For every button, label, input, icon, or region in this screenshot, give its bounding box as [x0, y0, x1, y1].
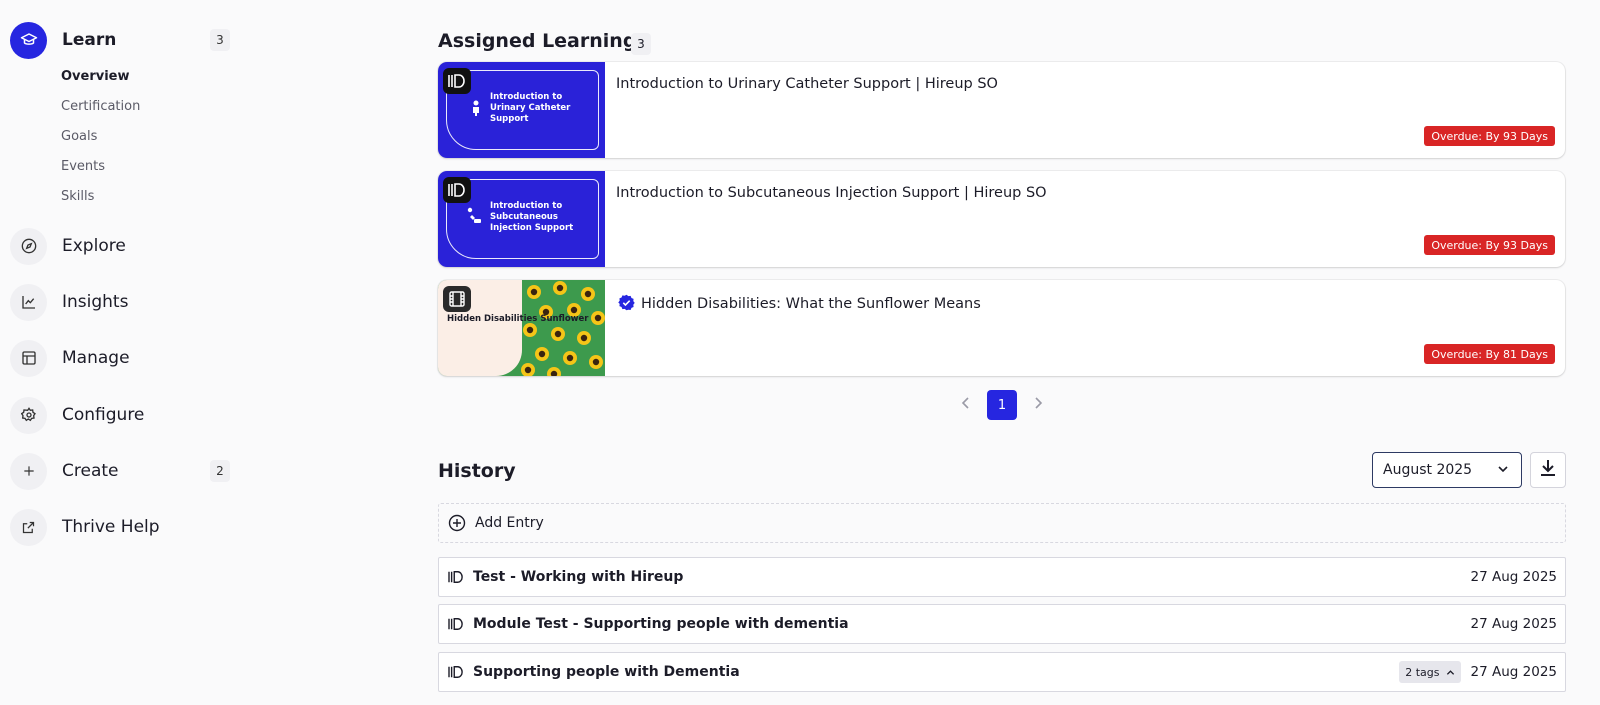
next-page-icon[interactable]	[1027, 397, 1049, 413]
nav-manage-label: Manage	[62, 348, 130, 368]
nav-explore-label: Explore	[62, 236, 126, 256]
assigned-learning-count: 3	[631, 33, 651, 55]
course-title[interactable]: Introduction to Subcutaneous Injection S…	[616, 185, 1047, 201]
verified-icon	[618, 294, 635, 315]
history-row-date: 27 Aug 2025	[1470, 569, 1557, 585]
tags-toggle[interactable]: 2 tags	[1399, 661, 1461, 683]
chevron-down-icon	[1497, 463, 1509, 479]
nav-insights-label: Insights	[62, 292, 129, 312]
nav-thrive-help-label: Thrive Help	[62, 517, 160, 537]
graduation-cap-icon	[10, 21, 47, 59]
overdue-badge: Overdue: By 93 Days	[1424, 235, 1555, 255]
sidebar-item-overview[interactable]: Overview	[61, 69, 130, 84]
sidebar-item-skills[interactable]: Skills	[61, 189, 94, 204]
sidebar-item-goals[interactable]: Goals	[61, 129, 97, 144]
nav-learn-label: Learn	[62, 30, 117, 50]
history-title: History	[438, 460, 516, 482]
history-row-title: Test - Working with Hireup	[473, 569, 684, 585]
course-thumbnail: Introduction to Urinary Catheter Support	[438, 62, 605, 158]
pagination: 1	[955, 390, 1049, 420]
course-logo-icon	[447, 665, 465, 679]
history-row-date: 27 Aug 2025	[1470, 664, 1557, 680]
history-row[interactable]: Test - Working with Hireup 27 Aug 2025	[438, 557, 1566, 597]
nav-learn-count: 3	[210, 29, 230, 51]
course-thumbnail: Hidden Disabilities Sunflower	[438, 280, 605, 376]
plus-icon	[10, 452, 47, 490]
add-entry-label: Add Entry	[475, 515, 544, 531]
download-icon	[1540, 459, 1556, 481]
overdue-badge: Overdue: By 81 Days	[1424, 344, 1555, 364]
thumbnail-text: Hidden Disabilities Sunflower	[447, 314, 589, 324]
course-thumbnail: Introduction to Subcutaneous Injection S…	[438, 171, 605, 267]
page-button[interactable]: 1	[987, 390, 1017, 420]
nav-create-label: Create	[62, 461, 119, 481]
compass-icon	[10, 227, 47, 265]
assigned-card[interactable]: Introduction to Subcutaneous Injection S…	[438, 171, 1565, 267]
nav-create-count: 2	[210, 460, 230, 482]
sidebar-item-certification[interactable]: Certification	[61, 99, 140, 114]
nav-explore[interactable]: Explore	[10, 227, 230, 265]
month-select-value: August 2025	[1383, 462, 1473, 478]
sidebar-item-events[interactable]: Events	[61, 159, 105, 174]
course-title-text: Hidden Disabilities: What the Sunflower …	[641, 296, 981, 312]
nav-configure[interactable]: Configure	[10, 396, 230, 434]
history-row-date: 27 Aug 2025	[1470, 616, 1557, 632]
sidebar: Learn 3 Overview Certification Goals Eve…	[0, 0, 240, 705]
nav-configure-label: Configure	[62, 405, 145, 425]
person-icon	[471, 100, 481, 120]
external-link-icon	[10, 508, 47, 546]
overdue-badge: Overdue: By 93 Days	[1424, 126, 1555, 146]
layout-icon	[10, 339, 47, 377]
nav-learn[interactable]: Learn 3	[10, 21, 230, 59]
history-row-title: Supporting people with Dementia	[473, 664, 740, 680]
chevron-up-icon	[1446, 669, 1454, 675]
assigned-card[interactable]: Hidden Disabilities Sunflower Hidden Dis…	[438, 280, 1565, 376]
gear-icon	[10, 396, 47, 434]
course-logo-icon	[447, 617, 465, 631]
nav-create[interactable]: Create 2	[10, 452, 230, 490]
line-chart-icon	[10, 283, 47, 321]
history-row[interactable]: Supporting people with Dementia 2 tags 2…	[438, 652, 1566, 692]
month-select[interactable]: August 2025	[1372, 452, 1522, 488]
course-title[interactable]: Introduction to Urinary Catheter Support…	[616, 76, 998, 92]
video-icon	[443, 286, 471, 312]
thumbnail-text: Introduction to Urinary Catheter Support	[490, 92, 571, 124]
add-circle-icon	[448, 514, 466, 532]
thumbnail-text: Introduction to Subcutaneous Injection S…	[490, 201, 574, 233]
course-logo-icon	[447, 570, 465, 584]
course-logo-icon	[443, 68, 471, 94]
nav-manage[interactable]: Manage	[10, 339, 230, 377]
nav-thrive-help[interactable]: Thrive Help	[10, 508, 230, 546]
download-button[interactable]	[1530, 452, 1566, 488]
assigned-learning-title: Assigned Learning	[438, 30, 637, 52]
prev-page-icon[interactable]	[955, 397, 977, 413]
tags-count: 2 tags	[1405, 665, 1440, 679]
nav-insights[interactable]: Insights	[10, 283, 230, 321]
course-title[interactable]: Hidden Disabilities: What the Sunflower …	[618, 294, 981, 315]
assigned-card[interactable]: Introduction to Urinary Catheter Support…	[438, 62, 1565, 158]
course-logo-icon	[443, 177, 471, 203]
history-row-title: Module Test - Supporting people with dem…	[473, 616, 849, 632]
history-row[interactable]: Module Test - Supporting people with dem…	[438, 604, 1566, 644]
add-entry-button[interactable]: Add Entry	[438, 503, 1566, 543]
injection-icon	[466, 207, 482, 229]
